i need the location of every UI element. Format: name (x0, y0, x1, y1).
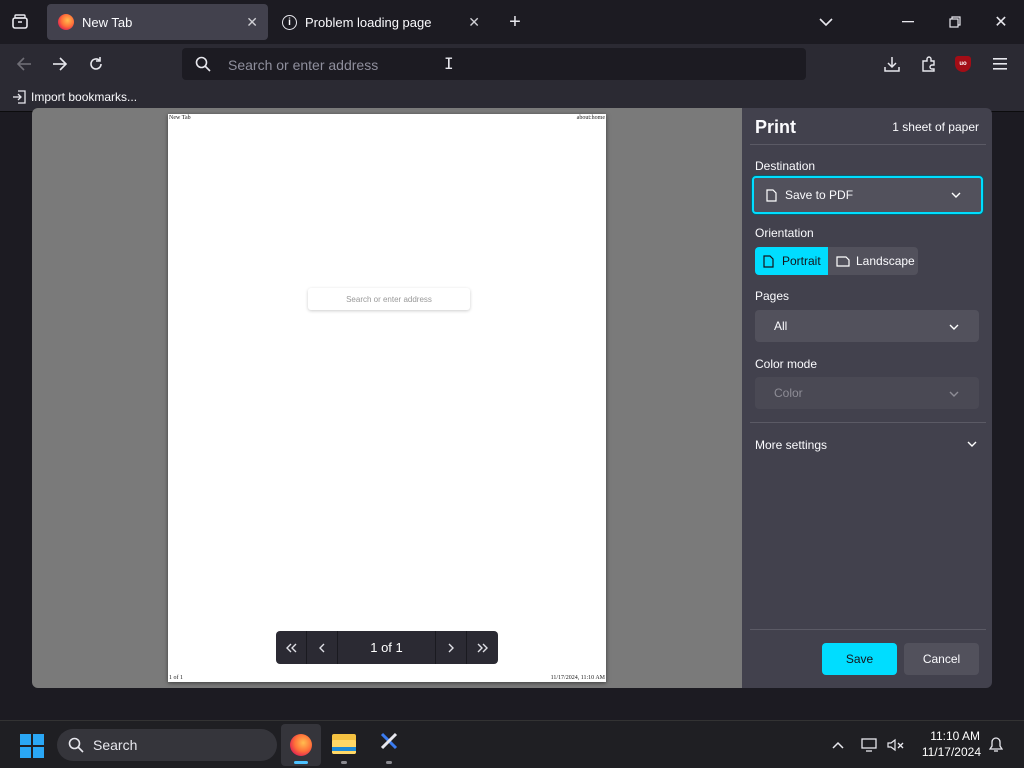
tab-list-icon[interactable] (8, 10, 32, 34)
forward-arrow-icon[interactable] (48, 52, 72, 76)
first-page-double-chevron-icon[interactable] (276, 631, 307, 664)
text-cursor-icon: I (444, 54, 454, 73)
clock-date[interactable]: 11/17/2024 (922, 745, 981, 759)
page-footer-right: 11/17/2024, 11:10 AM (550, 675, 605, 681)
show-hidden-icons-chevron-up-icon[interactable] (828, 733, 848, 757)
taskbar-firefox-icon[interactable] (281, 724, 321, 766)
import-bookmarks-item[interactable]: Import bookmarks... (12, 90, 137, 104)
search-icon (194, 55, 212, 73)
destination-select[interactable]: Save to PDF (752, 176, 983, 214)
close-tab-icon[interactable]: ✕ (246, 14, 258, 31)
page-header-right: about:home (576, 115, 605, 121)
info-icon: i (282, 14, 297, 30)
pages-value: All (774, 319, 788, 333)
import-icon (12, 90, 26, 104)
address-placeholder: Search or enter address (228, 57, 379, 73)
reload-icon[interactable] (84, 52, 108, 76)
page-indicator: 1 of 1 (338, 631, 436, 664)
pdf-document-icon (766, 188, 777, 202)
restore-icon[interactable] (943, 10, 967, 34)
next-page-chevron-icon[interactable] (436, 631, 467, 664)
sheet-count: 1 sheet of paper (892, 120, 979, 134)
save-button[interactable]: Save (822, 643, 897, 675)
tab-title: New Tab (82, 14, 133, 30)
hamburger-menu-icon[interactable] (988, 52, 1012, 76)
pages-select[interactable]: All (755, 310, 979, 342)
chevron-down-icon (949, 389, 959, 400)
close-window-icon[interactable]: ✕ (989, 10, 1013, 34)
back-arrow-icon[interactable] (12, 52, 36, 76)
portrait-page-icon (763, 254, 774, 268)
color-mode-value: Color (774, 386, 803, 400)
taskbar-app-x-icon[interactable] (377, 731, 401, 764)
firefox-logo-icon (58, 14, 74, 30)
tab-problem-loading[interactable]: i Problem loading page ✕ (272, 4, 490, 40)
cancel-button[interactable]: Cancel (904, 643, 979, 675)
divider (750, 422, 986, 423)
address-bar[interactable]: Search or enter address I (182, 48, 806, 80)
taskbar-search-box[interactable]: Search (57, 729, 277, 761)
tab-new-tab[interactable]: New Tab ✕ (47, 4, 268, 40)
network-monitor-icon[interactable] (860, 733, 880, 757)
orientation-label: Orientation (755, 226, 814, 240)
import-bookmarks-label: Import bookmarks... (31, 90, 138, 104)
color-mode-label: Color mode (755, 357, 818, 371)
taskbar-search-label: Search (93, 737, 138, 753)
portrait-option[interactable]: Portrait (755, 247, 828, 275)
landscape-label: Landscape (856, 254, 915, 268)
close-tab-icon[interactable]: ✕ (468, 14, 480, 31)
page-navigator: 1 of 1 (276, 631, 498, 664)
divider (750, 144, 986, 145)
volume-muted-icon[interactable] (886, 733, 906, 757)
last-page-double-chevron-icon[interactable] (467, 631, 498, 664)
minimize-icon[interactable] (896, 10, 920, 34)
notification-bell-icon[interactable] (986, 733, 1006, 757)
ublock-origin-icon[interactable]: uo (953, 54, 973, 74)
tab-title: Problem loading page (305, 14, 432, 30)
search-icon (68, 737, 84, 753)
print-title: Print (755, 117, 797, 137)
page-search-box: Search or enter address (308, 288, 470, 310)
color-mode-select[interactable]: Color (755, 377, 979, 409)
tab-strip: New Tab ✕ i Problem loading page ✕ + ✕ (0, 0, 1024, 44)
landscape-page-icon (836, 255, 850, 267)
windows-start-icon[interactable] (20, 734, 44, 758)
preview-page: New Tab about:home Search or enter addre… (168, 114, 606, 682)
pages-label: Pages (755, 289, 790, 303)
landscape-option[interactable]: Landscape (828, 247, 918, 275)
downloads-icon[interactable] (880, 52, 904, 76)
extensions-puzzle-icon[interactable] (917, 52, 941, 76)
list-all-tabs-chevron-icon[interactable] (814, 10, 838, 34)
page-search-placeholder: Search or enter address (346, 294, 432, 304)
divider (750, 629, 986, 630)
chevron-down-icon (951, 190, 961, 201)
page-footer-left: 1 of 1 (169, 675, 183, 681)
page-header-left: New Tab (169, 115, 191, 121)
portrait-label: Portrait (782, 254, 821, 268)
new-tab-plus-icon[interactable]: + (503, 10, 527, 34)
clock-time[interactable]: 11:10 AM (930, 729, 980, 743)
more-settings-toggle[interactable]: More settings (755, 436, 979, 454)
chevron-down-icon (949, 322, 959, 333)
destination-value: Save to PDF (785, 188, 854, 202)
previous-page-chevron-icon[interactable] (307, 631, 338, 664)
destination-label: Destination (755, 159, 816, 173)
chevron-down-icon (967, 441, 977, 447)
windows-taskbar: Search 11:10 AM 11/17/2024 (0, 720, 1024, 768)
more-settings-label: More settings (755, 438, 828, 452)
taskbar-file-explorer-icon[interactable] (330, 731, 358, 764)
